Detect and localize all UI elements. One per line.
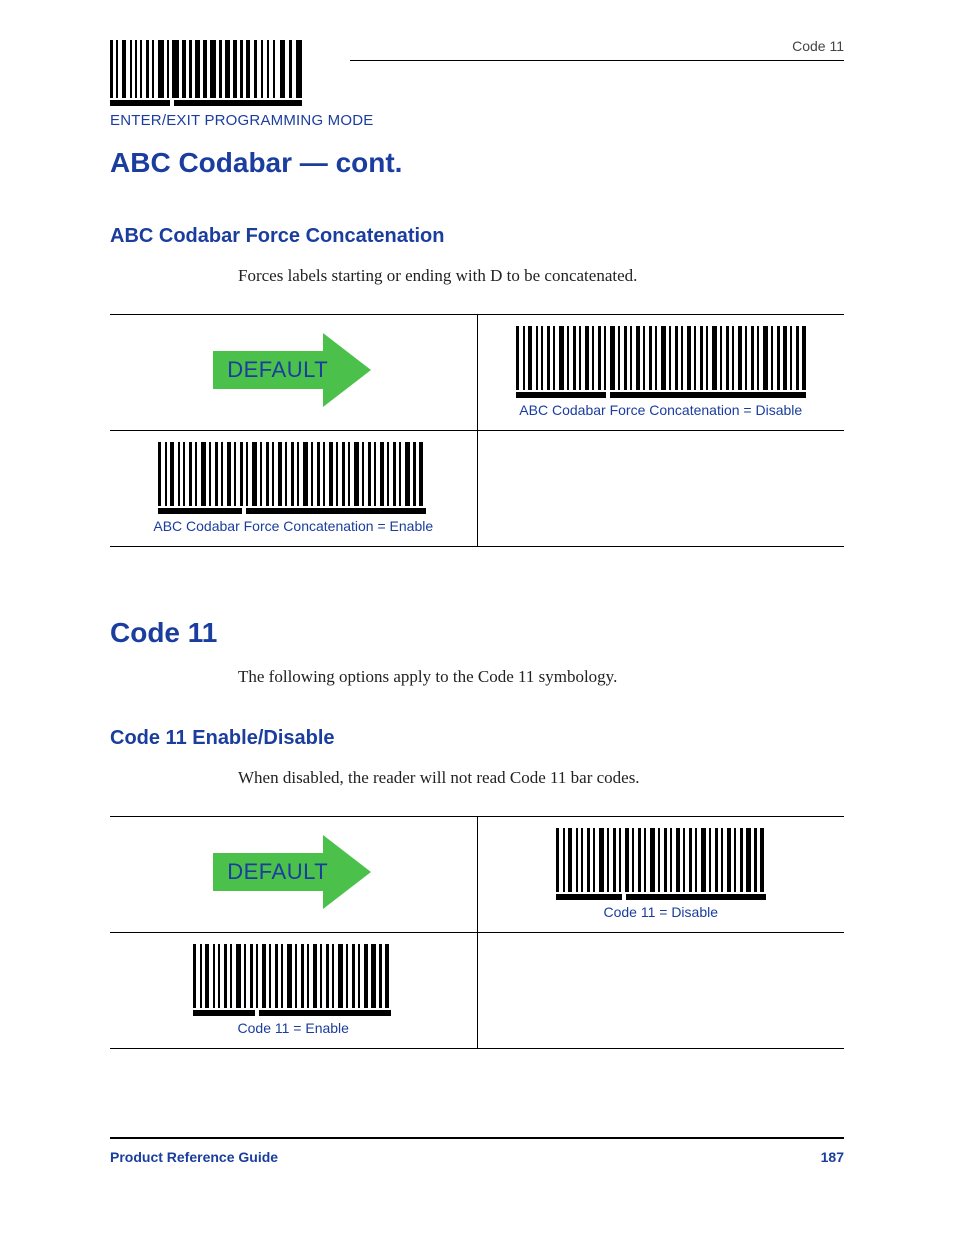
barcode-icon: [556, 828, 766, 902]
barcode-icon: [158, 442, 428, 516]
heading-abc-force: ABC Codabar Force Concatenation: [110, 225, 844, 248]
default-arrow-label: DEFAULT: [227, 357, 328, 383]
enter-exit-barcode: [110, 40, 844, 108]
footer-rule: [110, 1137, 844, 1139]
table-row: ABC Codabar Force Concatenation = Enable: [110, 431, 844, 547]
paragraph-code11-desc: When disabled, the reader will not read …: [238, 768, 844, 788]
paragraph-abc-force: Forces labels starting or ending with D …: [238, 266, 844, 286]
barcode-abc-disable: ABC Codabar Force Concatenation = Disabl…: [516, 326, 806, 418]
default-arrow: DEFAULT: [213, 833, 373, 911]
barcode-icon: [516, 326, 806, 400]
document-page: Code 11 ENTER/EXIT PROGRAMMIN: [0, 0, 954, 1235]
options-table-code11: DEFAULT: [110, 816, 844, 1049]
heading-code11: Code 11: [110, 617, 844, 649]
table-row: Code 11 = Enable: [110, 933, 844, 1049]
barcode-caption: ABC Codabar Force Concatenation = Enable: [153, 518, 433, 534]
cell-default-arrow: DEFAULT: [110, 315, 477, 431]
page-footer: Product Reference Guide 187: [110, 1137, 844, 1165]
default-arrow: DEFAULT: [213, 331, 373, 409]
barcode-caption: Code 11 = Disable: [556, 904, 766, 920]
cell-default-arrow: DEFAULT: [110, 817, 477, 933]
barcode-icon: [110, 40, 304, 108]
cell-abc-disable: ABC Codabar Force Concatenation = Disabl…: [477, 315, 844, 431]
cell-empty: [477, 431, 844, 547]
cell-empty: [477, 933, 844, 1049]
footer-page-number: 187: [821, 1149, 844, 1165]
heading-code11-enable: Code 11 Enable/Disable: [110, 727, 844, 750]
barcode-caption: ABC Codabar Force Concatenation = Disabl…: [516, 402, 806, 418]
table-row: DEFAULT: [110, 315, 844, 431]
options-table-abc: DEFAULT: [110, 314, 844, 547]
enter-exit-label: ENTER/EXIT PROGRAMMING MODE: [110, 112, 844, 129]
paragraph-code11-intro: The following options apply to the Code …: [238, 667, 844, 687]
cell-code11-disable: Code 11 = Disable: [477, 817, 844, 933]
cell-code11-enable: Code 11 = Enable: [110, 933, 477, 1049]
table-row: DEFAULT: [110, 817, 844, 933]
heading-main: ABC Codabar — cont.: [110, 147, 844, 179]
header-rule: [350, 60, 844, 61]
cell-abc-enable: ABC Codabar Force Concatenation = Enable: [110, 431, 477, 547]
barcode-code11-disable: Code 11 = Disable: [556, 828, 766, 920]
barcode-abc-enable: ABC Codabar Force Concatenation = Enable: [153, 442, 433, 534]
header-section-label: Code 11: [792, 38, 844, 54]
barcode-caption: Code 11 = Enable: [193, 1020, 393, 1036]
barcode-icon: [193, 944, 393, 1018]
default-arrow-label: DEFAULT: [227, 859, 328, 885]
footer-doc-title: Product Reference Guide: [110, 1149, 278, 1165]
barcode-code11-enable: Code 11 = Enable: [193, 944, 393, 1036]
